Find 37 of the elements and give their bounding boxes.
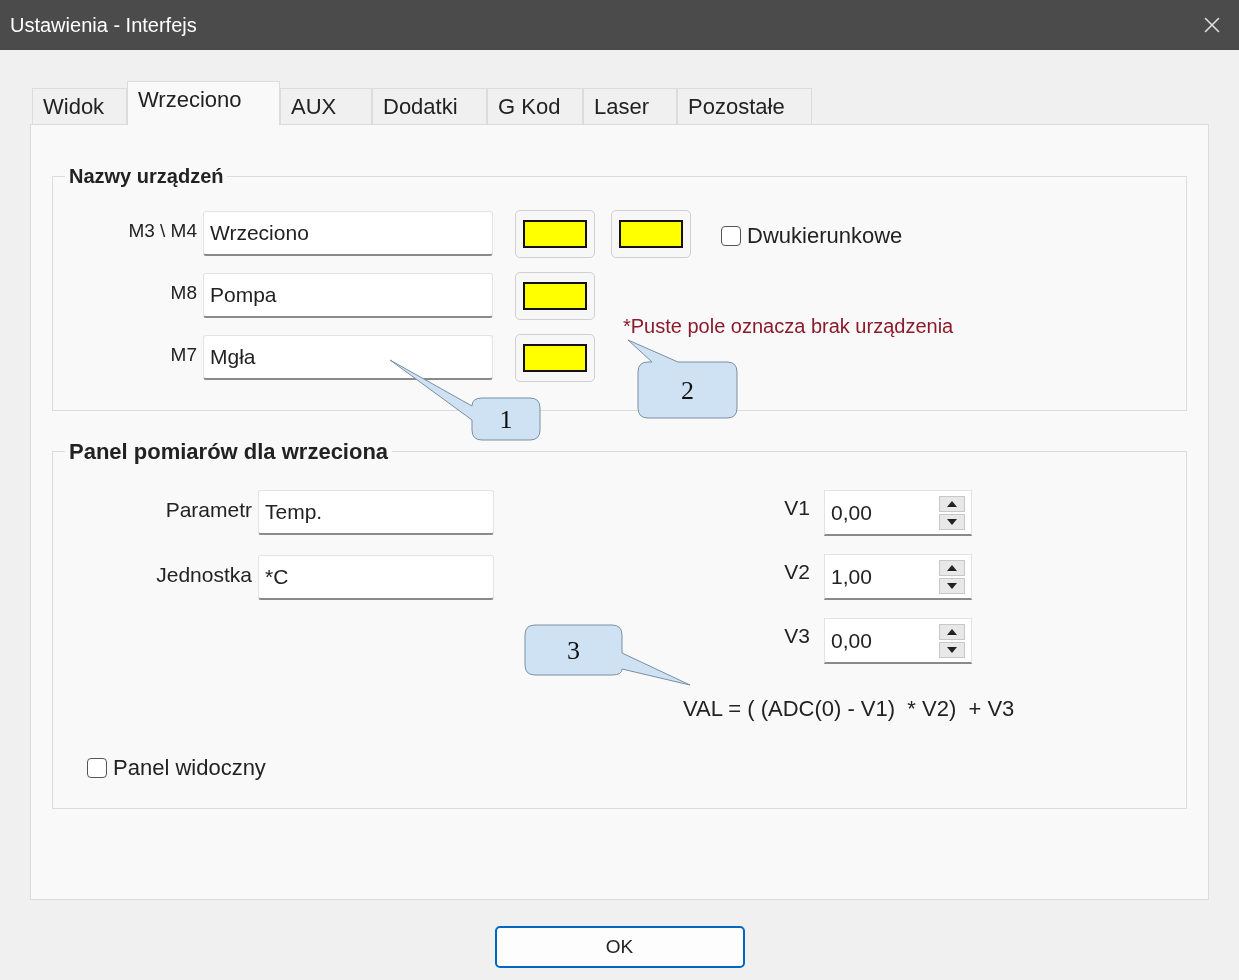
spinner-value: 0,00: [831, 499, 872, 526]
spinner-field[interactable]: 1,00: [824, 554, 972, 600]
field-label: M8: [169, 281, 198, 305]
tab[interactable]: G Kod: [487, 88, 583, 124]
tab[interactable]: Wrzeciono: [127, 81, 280, 125]
field-label: Jednostka: [155, 562, 253, 588]
tab[interactable]: Pozostałe: [677, 88, 812, 124]
field-label: Parametr: [164, 497, 253, 523]
group-title: Nazwy urządzeń: [69, 165, 224, 187]
spinner-field[interactable]: 0,00: [824, 618, 972, 664]
text-field[interactable]: Mgła: [203, 335, 493, 380]
checkbox-label: Panel widoczny: [113, 754, 266, 782]
callout-number: 3: [567, 636, 580, 665]
callout-number: 2: [681, 376, 694, 405]
checkbox-label: Dwukierunkowe: [747, 222, 903, 250]
text-field[interactable]: Temp.: [258, 490, 494, 535]
hint-text: *Puste pole oznacza brak urządzenia: [623, 314, 954, 339]
field-label: V1: [784, 495, 811, 521]
spinner-value: 0,00: [831, 627, 872, 654]
callout-number: 1: [499, 405, 513, 434]
spinner-field[interactable]: 0,00: [824, 490, 972, 536]
tab[interactable]: Dodatki: [372, 88, 487, 124]
tab[interactable]: Laser: [583, 88, 677, 124]
ok-button[interactable]: OK: [494, 926, 745, 968]
field-label: V3: [784, 623, 811, 649]
group-title: Panel pomiarów dla wrzeciona: [69, 439, 389, 464]
tab[interactable]: AUX: [280, 88, 372, 124]
field-label: M7: [169, 343, 198, 367]
tab[interactable]: Widok: [32, 88, 127, 124]
spinner-value: 1,00: [831, 563, 872, 590]
field-label: V2: [784, 559, 811, 585]
window-title: Ustawienia - Interfejs: [10, 13, 197, 38]
field-label: M3 \ M4: [127, 219, 198, 243]
text-field[interactable]: Wrzeciono: [203, 211, 493, 256]
text-field[interactable]: Pompa: [203, 273, 493, 318]
text-field[interactable]: *C: [258, 555, 494, 600]
formula-text: VAL = ( (ADC(0) - V1) * V2) + V3: [683, 696, 1015, 721]
